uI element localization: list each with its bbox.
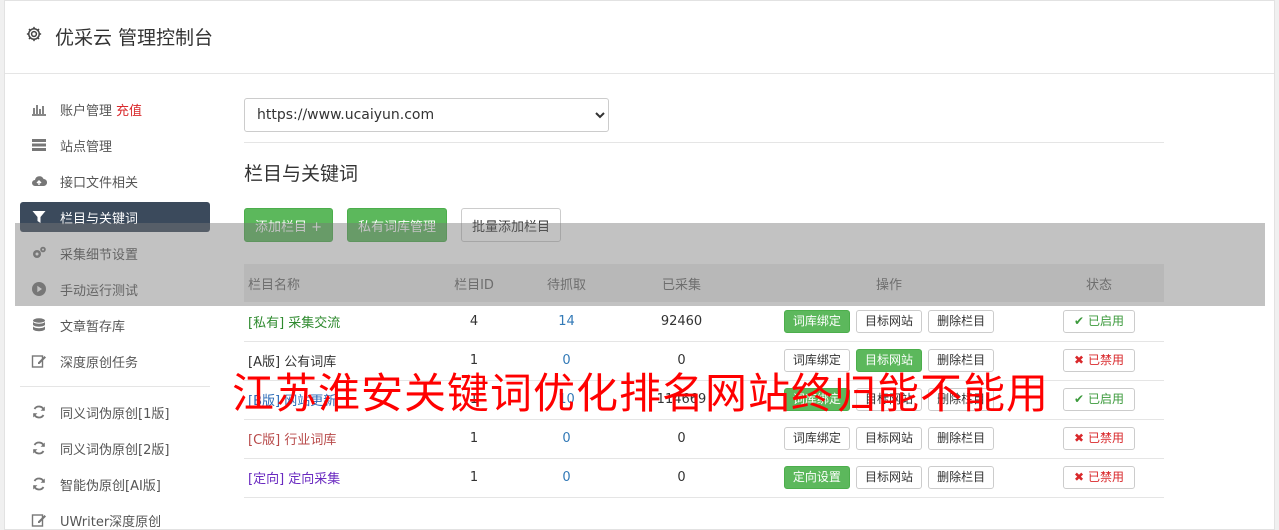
collected-count: 0	[619, 458, 744, 498]
lexicon-bind-button[interactable]: 词库绑定	[783, 309, 850, 333]
database-icon	[33, 318, 45, 332]
column-tag: [C版]	[248, 433, 281, 448]
status-toggle[interactable]: ✔ 已启用	[1063, 309, 1135, 333]
edit-icon	[31, 514, 46, 527]
edit-icon	[31, 355, 46, 368]
operations-cell: 定向设置 目标网站 删除栏目	[744, 458, 1034, 498]
column-name: 定向采集	[288, 472, 341, 487]
check-icon: ✔	[1074, 313, 1085, 328]
lexicon-bind-button[interactable]: 词库绑定	[783, 427, 850, 450]
overlay-band	[15, 223, 1265, 306]
status-toggle[interactable]: ✖ 已禁用	[1063, 349, 1135, 372]
pending-count: 0	[514, 458, 619, 498]
sidebar-item-sites[interactable]: 站点管理	[20, 130, 210, 160]
refresh-icon	[33, 405, 45, 419]
refresh-icon	[33, 477, 45, 491]
sidebar: 账户管理 充值 站点管理 接口文件相关 栏目与关键词 采集细节设置 手动运行测试…	[20, 94, 210, 530]
column-name-cell[interactable]: [私有] 采集交流	[244, 302, 434, 342]
pending-count: 14	[514, 302, 619, 342]
status-label: 已禁用	[1087, 470, 1124, 484]
server-icon	[32, 139, 46, 151]
sidebar-item-label: 文章暂存库	[60, 319, 126, 335]
column-tag: [私有]	[248, 315, 285, 331]
check-icon: ✔	[1074, 392, 1085, 406]
sidebar-divider	[20, 386, 210, 387]
operations-cell: 词库绑定 目标网站 删除栏目	[744, 419, 1034, 459]
column-name: 行业词库	[284, 433, 337, 448]
delete-column-button[interactable]: 删除栏目	[928, 309, 995, 333]
close-icon: ✖	[1074, 470, 1085, 484]
sidebar-item-label: 深度原创任务	[60, 355, 139, 371]
status-label: 已禁用	[1087, 431, 1124, 445]
cloud-upload-icon	[32, 176, 47, 187]
table-row: [C版] 行业词库 1 0 0 词库绑定 目标网站 删除栏目 ✖ 已禁用	[244, 419, 1164, 459]
site-select[interactable]: https://www.ucaiyun.com	[244, 98, 609, 132]
status-toggle[interactable]: ✔ 已启用	[1063, 388, 1135, 411]
status-toggle[interactable]: ✖ 已禁用	[1063, 466, 1135, 489]
page-title: 优采云 管理控制台	[55, 27, 214, 49]
sidebar-item-label: 智能伪原创[AI版]	[60, 478, 161, 494]
status-label: 已禁用	[1087, 353, 1124, 367]
close-icon: ✖	[1074, 353, 1085, 367]
watermark-text: 江苏淮安关键词优化排名网站终归能不能用	[232, 369, 1050, 418]
delete-column-button[interactable]: 删除栏目	[928, 466, 995, 489]
close-icon: ✖	[1074, 431, 1085, 445]
header: 优采云 管理控制台	[5, 1, 1274, 74]
collected-count: 92460	[619, 302, 744, 342]
column-id: 4	[434, 302, 514, 342]
bar-chart-icon	[32, 105, 46, 116]
column-name: 采集交流	[288, 315, 341, 331]
sidebar-item-uwriter[interactable]: UWriter深度原创	[20, 505, 210, 530]
sidebar-item-label: 同义词伪原创[1版]	[60, 406, 170, 422]
sidebar-item-synonym-v2[interactable]: 同义词伪原创[2版]	[20, 433, 210, 463]
column-tag: [定向]	[248, 472, 285, 487]
sidebar-item-account[interactable]: 账户管理 充值	[20, 94, 210, 124]
column-name-cell[interactable]: [定向] 定向采集	[244, 458, 434, 498]
section-title: 栏目与关键词	[244, 163, 359, 185]
target-site-button[interactable]: 目标网站	[855, 309, 922, 333]
sidebar-item-synonym-v1[interactable]: 同义词伪原创[1版]	[20, 397, 210, 427]
status-cell: ✔ 已启用	[1034, 302, 1164, 342]
status-cell: ✔ 已启用	[1034, 380, 1164, 420]
status-label: 已启用	[1087, 313, 1124, 328]
sidebar-item-interface-files[interactable]: 接口文件相关	[20, 166, 210, 196]
status-cell: ✖ 已禁用	[1034, 419, 1164, 459]
directed-settings-button[interactable]: 定向设置	[783, 466, 850, 489]
gear-icon	[26, 26, 42, 42]
status-cell: ✖ 已禁用	[1034, 458, 1164, 498]
table-row: [定向] 定向采集 1 0 0 定向设置 目标网站 删除栏目 ✖ 已禁用	[244, 458, 1164, 498]
status-toggle[interactable]: ✖ 已禁用	[1063, 427, 1135, 450]
target-site-button[interactable]: 目标网站	[855, 427, 922, 450]
column-id: 1	[434, 458, 514, 498]
status-cell: ✖ 已禁用	[1034, 341, 1164, 381]
sidebar-item-ai-rewrite[interactable]: 智能伪原创[AI版]	[20, 469, 210, 499]
sidebar-item-label: 站点管理	[60, 139, 113, 155]
sidebar-item-deep-original[interactable]: 深度原创任务	[20, 346, 210, 376]
table-row: [私有] 采集交流 4 14 92460 词库绑定 目标网站 删除栏目 ✔ 已启…	[244, 302, 1164, 342]
target-site-button[interactable]: 目标网站	[855, 466, 922, 489]
sidebar-item-article-store[interactable]: 文章暂存库	[20, 310, 210, 340]
sidebar-item-label: 同义词伪原创[2版]	[60, 442, 170, 458]
delete-column-button[interactable]: 删除栏目	[928, 427, 995, 450]
collected-count: 0	[619, 419, 744, 459]
recharge-link[interactable]: 充值	[116, 100, 142, 119]
refresh-icon	[33, 441, 45, 455]
column-id: 1	[434, 419, 514, 459]
operations-cell: 词库绑定 目标网站 删除栏目	[744, 302, 1034, 342]
sidebar-item-label: 账户管理	[60, 103, 113, 119]
status-label: 已启用	[1087, 392, 1124, 406]
sidebar-item-label: UWriter深度原创	[60, 514, 162, 530]
pending-count: 0	[514, 419, 619, 459]
divider	[244, 142, 1164, 143]
column-name-cell[interactable]: [C版] 行业词库	[244, 419, 434, 459]
sidebar-item-label: 接口文件相关	[60, 175, 139, 191]
